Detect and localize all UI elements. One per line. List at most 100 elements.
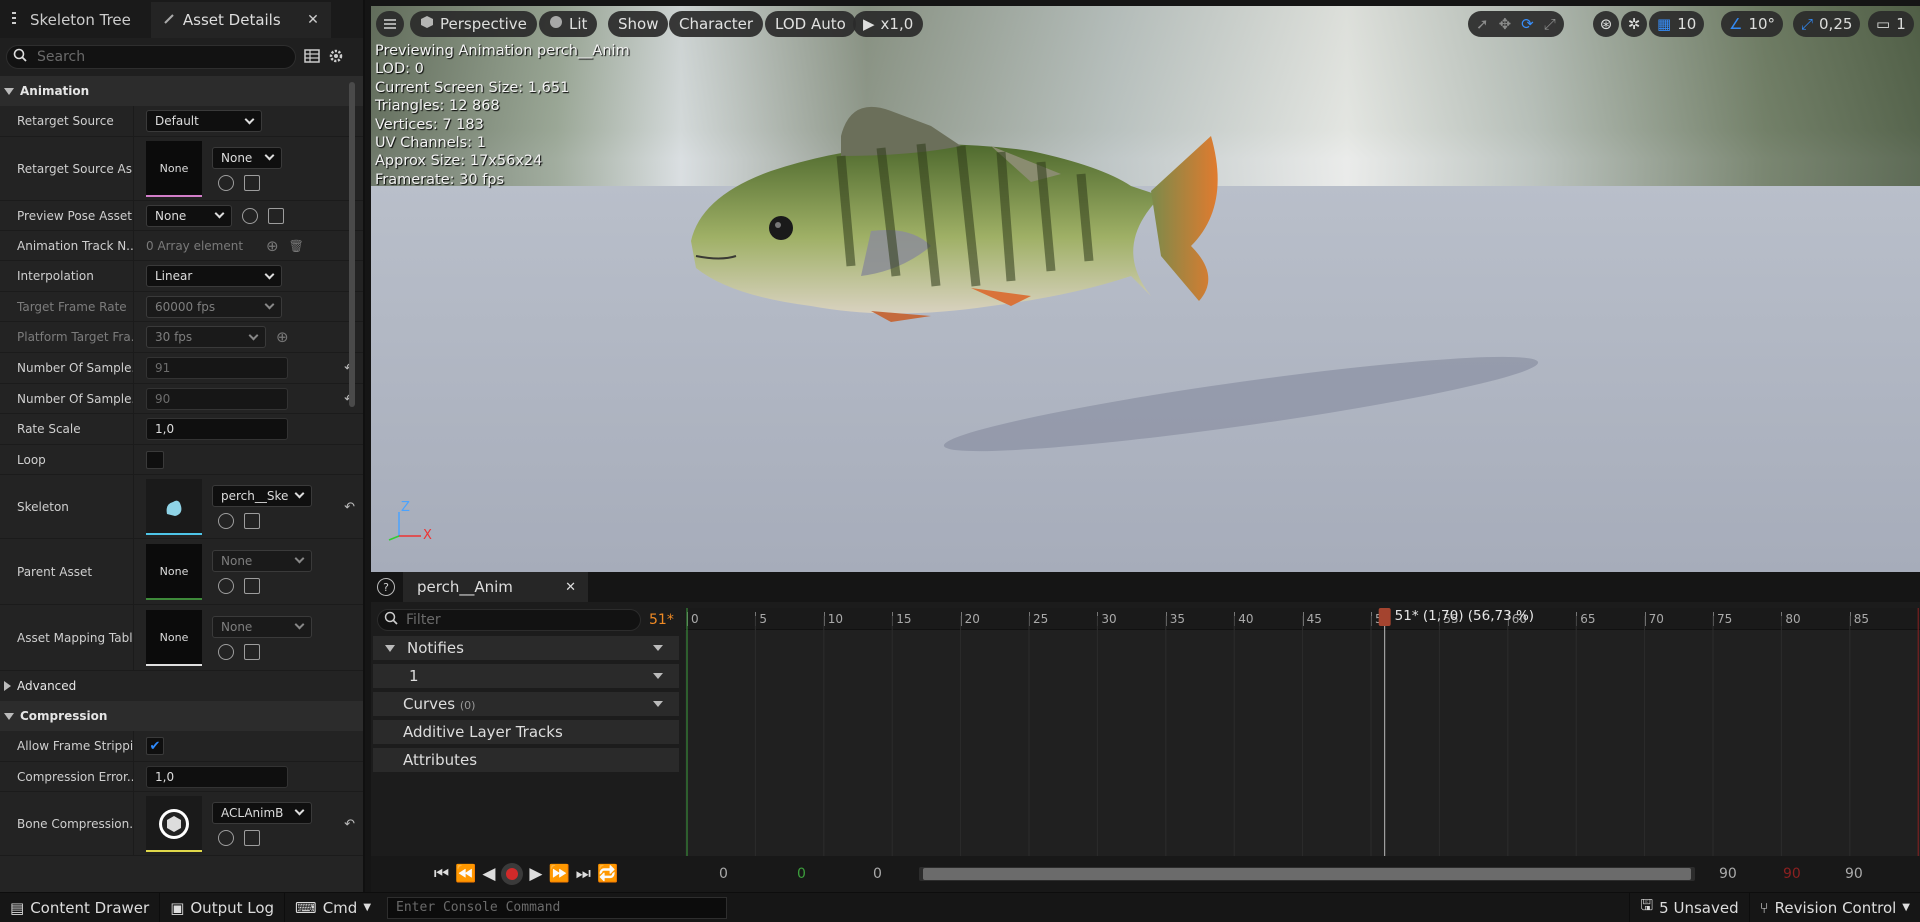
chevron-down-icon (264, 299, 275, 310)
track-notify-1[interactable]: 1 (373, 664, 679, 688)
add-element-icon[interactable]: ⊕ (276, 328, 289, 346)
move-icon[interactable]: ✥ (1499, 15, 1512, 33)
track-attributes[interactable]: Attributes (373, 748, 679, 772)
asset-thumbnail[interactable]: None (146, 543, 202, 600)
gear-icon[interactable] (328, 48, 344, 67)
browse-icon[interactable] (244, 577, 260, 594)
rate-scale-field[interactable]: 1,0 (146, 418, 288, 440)
help-icon[interactable]: ? (377, 578, 395, 596)
grid-snap-button[interactable]: ▦ 10 (1649, 11, 1705, 37)
search-icon (13, 48, 27, 66)
lod-button[interactable]: LOD Auto (765, 11, 856, 37)
cmd-button[interactable]: ⌨ Cmd ▼ (285, 893, 381, 922)
tab-perch-anim[interactable]: perch__Anim ✕ (403, 572, 588, 602)
use-selected-icon[interactable] (218, 577, 234, 594)
view-range-end[interactable]: 90 (1719, 866, 1737, 882)
reset-icon[interactable]: ↶ (344, 817, 355, 832)
loop-checkbox[interactable] (146, 450, 164, 469)
scale-icon[interactable]: ⤢ (1544, 15, 1556, 33)
track-notifies[interactable]: Notifies (373, 636, 679, 660)
surface-snap-button[interactable]: ✲ (1621, 11, 1647, 37)
play-range-end[interactable]: 90 (1783, 866, 1801, 882)
scrollbar-thumb[interactable] (923, 868, 1691, 880)
category-animation[interactable]: Animation (0, 76, 363, 106)
record-button[interactable] (501, 863, 524, 885)
tab-asset-details[interactable]: Asset Details ✕ (150, 2, 331, 38)
viewport-menu-button[interactable] (376, 11, 404, 37)
playback-speed-button[interactable]: ▶ x1,0 (853, 11, 924, 37)
output-log-button[interactable]: ▣ Output Log (160, 892, 286, 922)
playhead-handle[interactable] (1378, 608, 1391, 626)
compression-asset-icon (159, 808, 189, 839)
browse-icon[interactable] (244, 512, 260, 529)
allow-frame-stripping-checkbox[interactable]: ✔ (146, 737, 164, 755)
skip-to-end-icon[interactable]: ⏭ (576, 864, 591, 884)
browse-icon[interactable] (244, 829, 260, 846)
play-reverse-icon[interactable]: ◀ (482, 864, 495, 884)
camera-speed-button[interactable]: ▭ 1 (1868, 11, 1914, 37)
view-range-start[interactable]: 0 (873, 866, 882, 882)
filter-input[interactable]: Filter (377, 609, 641, 631)
preview-pose-combo[interactable]: None (146, 204, 232, 227)
dropdown-icon[interactable] (653, 701, 663, 707)
unsaved-button[interactable]: 🖫 5 Unsaved (1629, 892, 1750, 922)
asset-thumbnail[interactable]: None (146, 609, 202, 666)
bone-compression-combo[interactable]: ACLAnimB (212, 801, 312, 824)
skip-to-start-icon[interactable]: ⏮ (434, 864, 449, 884)
world-local-button[interactable]: ⊛ (1593, 11, 1619, 37)
skeleton-combo[interactable]: perch__Ske (212, 484, 312, 507)
browse-icon[interactable] (244, 643, 260, 660)
compression-error-field[interactable]: 1,0 (146, 765, 288, 788)
range-start-value[interactable]: 0 (719, 866, 728, 882)
track-curves[interactable]: Curves (0) (373, 692, 679, 716)
use-selected-icon[interactable] (242, 207, 258, 224)
use-selected-icon[interactable] (218, 512, 234, 529)
content-drawer-button[interactable]: ▤ Content Drawer (0, 892, 161, 922)
select-icon[interactable]: ➚ (1476, 15, 1489, 33)
dropdown-icon[interactable] (653, 645, 663, 651)
reset-icon[interactable]: ↶ (344, 500, 355, 515)
use-selected-icon[interactable] (218, 174, 234, 191)
timeline-scrollbar[interactable] (919, 867, 1695, 881)
range-end-value[interactable]: 90 (1845, 866, 1863, 882)
step-back-icon[interactable]: ⏪ (455, 864, 476, 884)
retarget-source-combo[interactable]: Default (146, 110, 262, 132)
use-selected-icon[interactable] (218, 829, 234, 846)
transform-tools: ➚ ✥ ⟳ ⤢ (1468, 11, 1564, 37)
show-button[interactable]: Show (608, 11, 669, 37)
delete-icon[interactable]: 🗑 (289, 239, 304, 253)
track-additive[interactable]: Additive Layer Tracks (373, 720, 679, 744)
close-icon[interactable]: ✕ (307, 12, 319, 28)
revision-control-button[interactable]: ⑂ Revision Control ▼ (1750, 893, 1920, 922)
scale-snap-button[interactable]: ⤢ 0,25 (1793, 11, 1861, 37)
rotation-snap-button[interactable]: ∠ 10° (1721, 11, 1784, 37)
rotate-icon[interactable]: ⟳ (1521, 15, 1534, 33)
table-view-icon[interactable] (304, 48, 320, 66)
step-forward-icon[interactable]: ⏩ (548, 864, 569, 884)
play-range-start[interactable]: 0 (797, 866, 806, 882)
perspective-button[interactable]: Perspective (410, 11, 537, 37)
asset-picker-combo[interactable]: None (212, 146, 282, 169)
asset-thumbnail[interactable]: None (146, 140, 202, 197)
category-advanced[interactable]: Advanced (0, 671, 363, 701)
add-element-icon[interactable]: ⊕ (266, 237, 279, 255)
preview-viewport[interactable]: Perspective Lit Show Character LOD Auto … (371, 6, 1920, 572)
browse-icon[interactable] (244, 174, 260, 191)
interpolation-combo[interactable]: Linear (146, 265, 282, 287)
timeline-area[interactable]: 0510152025303540455055606570758085 51* (… (685, 608, 1920, 858)
skeleton-thumbnail[interactable] (146, 478, 202, 535)
play-icon[interactable]: ▶ (529, 864, 542, 884)
character-button[interactable]: Character (669, 11, 764, 37)
bone-compression-thumbnail[interactable] (146, 795, 202, 852)
console-input[interactable]: Enter Console Command (387, 896, 728, 919)
search-input[interactable]: Search (6, 45, 296, 69)
details-scrollbar[interactable] (349, 82, 355, 407)
loop-icon[interactable]: 🔁 (597, 864, 618, 884)
category-compression[interactable]: Compression (0, 701, 363, 731)
lit-button[interactable]: Lit (539, 11, 598, 37)
dropdown-icon[interactable] (653, 673, 663, 679)
tab-skeleton-tree[interactable]: Skeleton Tree (0, 2, 143, 38)
browse-icon[interactable] (268, 207, 284, 224)
close-icon[interactable]: ✕ (565, 580, 576, 595)
use-selected-icon[interactable] (218, 643, 234, 660)
